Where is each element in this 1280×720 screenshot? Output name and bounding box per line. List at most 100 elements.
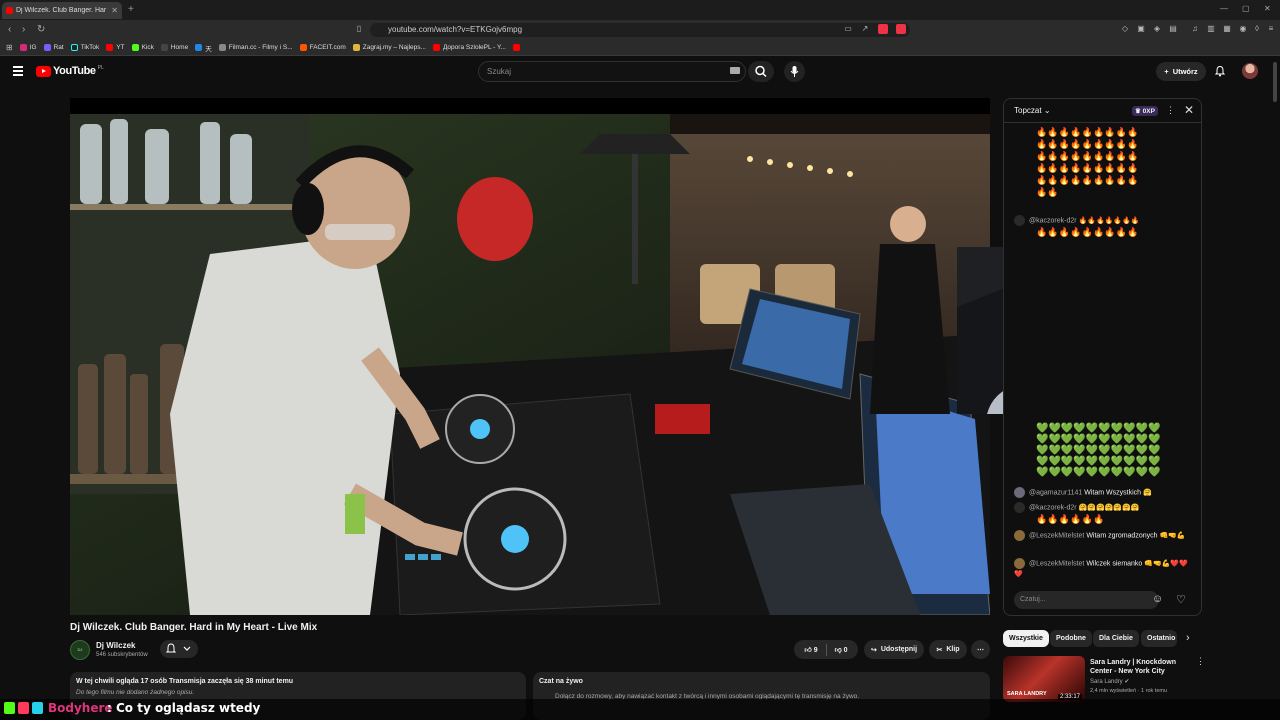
related-video-thumbnail[interactable]: SARA LANDRY 2:33:17	[1003, 656, 1085, 702]
tab-close-icon[interactable]: ✕	[111, 6, 118, 15]
bookmark-tiktok[interactable]: TikTok	[70, 44, 99, 51]
window-close-icon[interactable]: ✕	[1264, 4, 1271, 13]
wallet-icon[interactable]: ▦	[1222, 24, 1232, 34]
extension-icon-3[interactable]: ◈	[1152, 24, 1162, 34]
search-input[interactable]: Szukaj	[478, 61, 746, 82]
bell-icon	[165, 643, 191, 653]
bookmark-faceit[interactable]: FACEIT.com	[299, 44, 346, 51]
heart-reaction-icon[interactable]: ♡	[1176, 593, 1186, 606]
chip-all[interactable]: Wszystkie	[1003, 630, 1049, 647]
create-button[interactable]: + Utwórz	[1156, 62, 1206, 81]
chip-similar[interactable]: Podobne	[1050, 630, 1092, 647]
chip-recent[interactable]: Ostatnio	[1141, 630, 1177, 647]
thumbnail-text: SARA LANDRY	[1007, 691, 1047, 697]
vpn-icon[interactable]: ◉	[1238, 24, 1248, 34]
chat-message[interactable]: @LeszekMitelstet Witam zgromadzonych 👊🤜💪	[1014, 530, 1194, 541]
microphone-icon	[790, 66, 799, 77]
browser-tab[interactable]: Dj Wilczek. Club Banger. Har ✕	[2, 2, 122, 19]
rewards-icon[interactable]	[896, 24, 906, 34]
chat-message[interactable]: @LeszekMitelstet Wilczek siemanko 👊🤜💪❤️❤…	[1014, 558, 1194, 580]
xp-badge[interactable]: ♛ 0XP	[1132, 106, 1158, 116]
chip-for-you[interactable]: Dla Ciebie	[1093, 630, 1139, 647]
chevron-right-icon[interactable]: ›	[1186, 632, 1190, 644]
chat-input[interactable]: Czatuj...	[1014, 591, 1159, 609]
share-page-icon[interactable]: ↗	[860, 24, 870, 34]
extension-icon-4[interactable]: ▤	[1168, 24, 1178, 34]
share-button[interactable]: ↪ Udostępnij	[864, 640, 924, 659]
subscribed-button[interactable]	[160, 640, 198, 658]
chat-message[interactable]: @agamazur1141 Witam Wszystkich 🤗	[1014, 487, 1194, 498]
channel-name[interactable]: Dj Wilczek	[96, 641, 136, 650]
dj-shirt	[170, 234, 400, 615]
menu-icon[interactable]: ≡	[1266, 24, 1276, 34]
back-icon[interactable]: ‹	[8, 24, 11, 35]
extension-icon-2[interactable]: ▣	[1136, 24, 1146, 34]
bookmark-home[interactable]: Home	[160, 44, 188, 51]
stream-chat-overlay: Bodyhere : Co ty oglądasz wtedy	[0, 699, 1280, 720]
chat-author: @LeszekMitelstet	[1029, 532, 1085, 540]
bookmark-rat[interactable]: Rat	[43, 44, 64, 51]
keyboard-icon[interactable]	[730, 67, 740, 74]
bookmark-tian[interactable]: 天	[195, 43, 212, 53]
tab-title: Dj Wilczek. Club Banger. Har	[16, 7, 107, 14]
scrollbar-thumb[interactable]	[1273, 62, 1277, 102]
minimize-icon[interactable]: —	[1220, 4, 1228, 13]
audio-interface	[655, 404, 710, 434]
channel-avatar[interactable]: DJ	[70, 640, 90, 660]
bookmarks-bar: ⊞ IG Rat TikTok YT Kick Home 天 Filman.cc…	[0, 40, 1280, 56]
emoji-row: 🔥🔥	[1036, 187, 1059, 197]
chat-message[interactable]: @kaczorek-d2r 🤗🤗🤗🤗🤗🤗🤗	[1014, 502, 1194, 513]
bookmark-kick[interactable]: Kick	[131, 44, 154, 51]
emoji-row: 💚💚💚💚💚💚💚💚💚💚	[1036, 423, 1161, 434]
bookmark-doroga[interactable]: Дорога SzlolePL - Y...	[432, 44, 506, 51]
url-field[interactable]: youtube.com/watch?v=ETKGojv6mpg	[370, 23, 910, 37]
screen-icon[interactable]: ▭	[843, 24, 853, 34]
extension-icon-1[interactable]: ◇	[1120, 24, 1130, 34]
sidebar-icon[interactable]: ▥	[1206, 24, 1216, 34]
related-video-title[interactable]: Sara Landry | Knockdown Center - New Yor…	[1090, 658, 1190, 676]
shield-icon[interactable]: ◊	[1252, 24, 1262, 34]
music-icon[interactable]: ♫	[1190, 24, 1200, 34]
create-label: Utwórz	[1172, 67, 1198, 76]
related-more-icon[interactable]: ⋮	[1196, 656, 1205, 667]
account-avatar[interactable]	[1242, 63, 1258, 79]
clip-button[interactable]: ✂ Klip	[929, 640, 967, 659]
bookmark-icon[interactable]: ▯	[354, 24, 364, 34]
maximize-icon[interactable]: ▢	[1242, 4, 1250, 13]
new-tab-icon[interactable]: +	[128, 4, 134, 15]
youtube-icon	[432, 44, 440, 51]
youtube-logo[interactable]: YouTube PL	[36, 65, 104, 77]
chat-message[interactable]: @kaczorek-d2r 🔥🔥🔥🔥🔥🔥🔥	[1014, 215, 1194, 226]
youtube-header: YouTube PL Szukaj + Utwórz	[0, 57, 1280, 87]
bookmark-ig[interactable]: IG	[19, 44, 37, 51]
dislike-count: 0	[843, 647, 848, 654]
crown-icon: ♛	[1135, 108, 1141, 115]
notifications-bell-icon[interactable]	[1214, 65, 1226, 77]
bookmark-zagraj[interactable]: Zagraj.my – Najleps...	[352, 44, 426, 51]
reload-icon[interactable]: ↻	[37, 24, 45, 35]
more-actions-button[interactable]: ⋯	[971, 640, 990, 659]
address-bar-row: ‹ › ↻ ▯ youtube.com/watch?v=ETKGojv6mpg …	[0, 20, 1280, 40]
related-video-channel[interactable]: Sara Landry ✔	[1090, 678, 1129, 685]
emoji-row: 🔥🔥🔥🔥🔥🔥	[1036, 514, 1105, 524]
live-chat-info-title: Czat na żywo	[539, 678, 583, 685]
hamburger-menu-icon[interactable]	[13, 66, 23, 76]
close-chat-icon[interactable]: ✕	[1184, 103, 1194, 117]
chat-mode-dropdown[interactable]: Topczat ⌄	[1014, 106, 1051, 115]
search-button[interactable]	[748, 61, 774, 82]
verified-icon: ✔	[1124, 679, 1130, 685]
emoji-picker-icon[interactable]: ☺	[1152, 593, 1163, 605]
bookmark-filman[interactable]: Filman.cc - Filmy i S...	[218, 44, 293, 51]
page-scrollbar[interactable]	[1272, 60, 1278, 700]
apps-grid-icon[interactable]: ⊞	[6, 43, 13, 53]
bookmark-yt-2[interactable]	[512, 44, 520, 51]
brave-shield-icon[interactable]	[878, 24, 888, 34]
chat-author: @LeszekMitelstet	[1029, 560, 1085, 568]
more-options-icon[interactable]: ⋮	[1166, 105, 1175, 116]
video-player[interactable]	[70, 98, 990, 615]
voice-search-button[interactable]	[784, 61, 805, 82]
bookmark-yt[interactable]: YT	[106, 44, 125, 51]
dislike-button[interactable]: 👎︎ 0	[835, 645, 848, 654]
like-button[interactable]: 👍︎ 9	[804, 645, 817, 654]
forward-icon[interactable]: ›	[22, 24, 25, 35]
